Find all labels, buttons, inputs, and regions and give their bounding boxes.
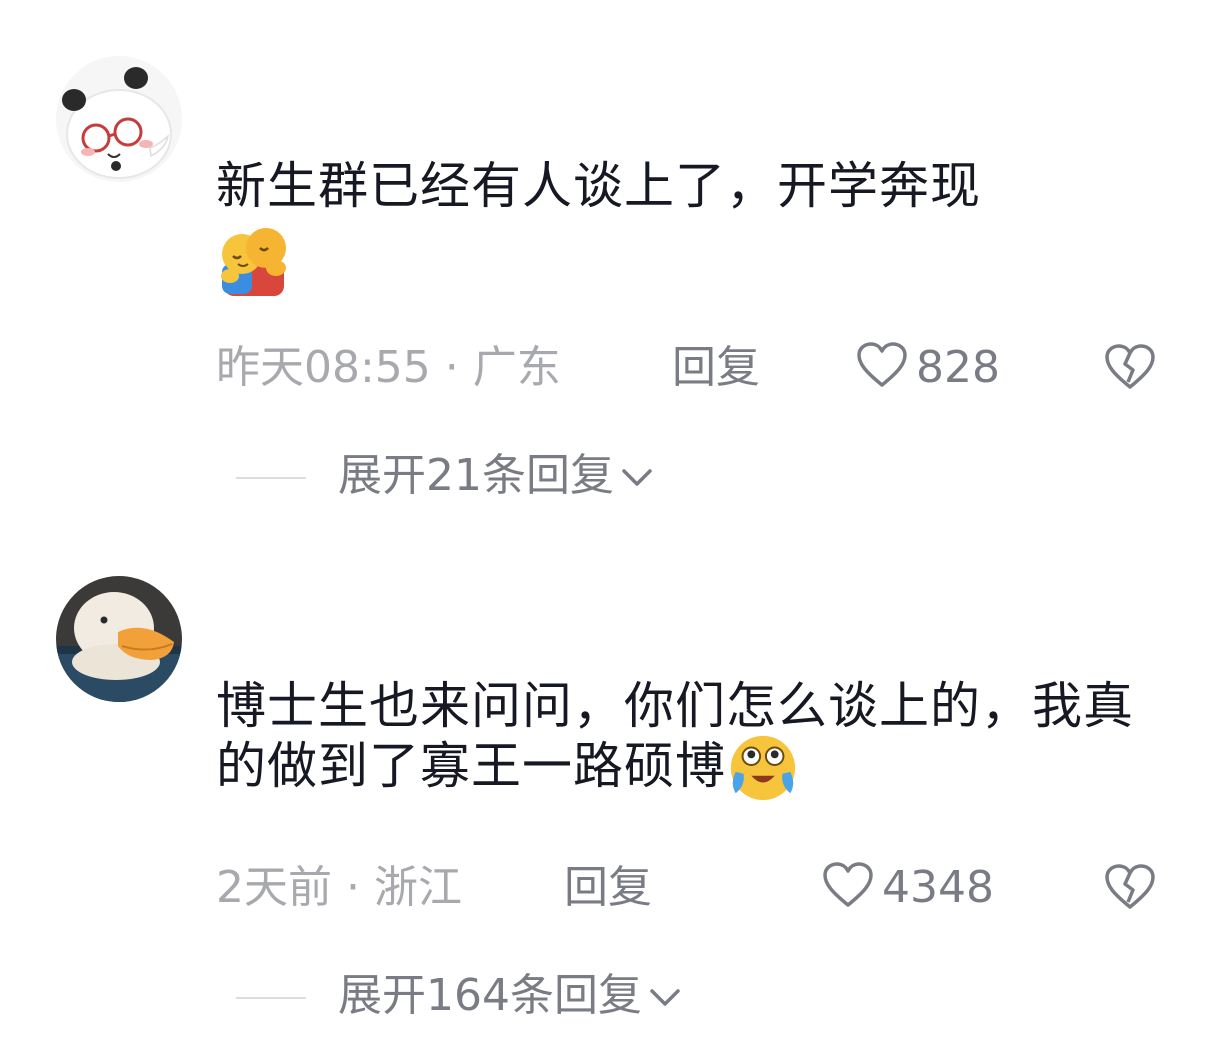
expand-replies-label: 展开164条回复 bbox=[338, 970, 642, 1021]
comment-meta: 昨天08:55 · 广东 回复 828 bbox=[216, 338, 1156, 398]
comment-time-location: 昨天08:55 · 广东 bbox=[216, 342, 561, 393]
like-count: 828 bbox=[916, 342, 1000, 393]
comment-time-location: 2天前 · 浙江 bbox=[216, 862, 462, 913]
like-button[interactable]: 4348 bbox=[822, 858, 994, 918]
user-avatar[interactable] bbox=[56, 576, 182, 702]
comment-text-block: 新生群已经有人谈上了，开学奔现 bbox=[216, 156, 1176, 300]
comment-text: 博士生也来问问，你们怎么谈上的，我真的做到了寡王一路硕博 bbox=[216, 677, 1134, 795]
heart-icon bbox=[823, 862, 873, 907]
dislike-button[interactable] bbox=[1104, 344, 1156, 406]
duck-avatar-icon bbox=[56, 576, 182, 702]
user-avatar[interactable] bbox=[56, 56, 182, 182]
crying-laughing-emoji-icon bbox=[730, 735, 796, 800]
chevron-down-icon bbox=[650, 989, 680, 1006]
divider-line bbox=[236, 477, 306, 479]
heart-icon bbox=[857, 342, 907, 387]
broken-heart-icon bbox=[1105, 344, 1155, 389]
like-count: 4348 bbox=[882, 862, 994, 913]
chevron-down-icon bbox=[622, 469, 652, 486]
comment-text: 新生群已经有人谈上了，开学奔现 bbox=[216, 157, 981, 215]
broken-heart-icon bbox=[1105, 864, 1155, 909]
hug-emoji-icon bbox=[221, 228, 286, 296]
expand-replies-button[interactable]: 展开164条回复 bbox=[236, 966, 682, 1026]
reply-button[interactable]: 回复 bbox=[672, 338, 760, 398]
divider-line bbox=[236, 997, 306, 999]
comment-text-block: 博士生也来问问，你们怎么谈上的，我真的做到了寡王一路硕博 bbox=[216, 676, 1176, 803]
like-button[interactable]: 828 bbox=[856, 338, 1000, 398]
comment-meta: 2天前 · 浙江 回复 4348 bbox=[216, 858, 1156, 918]
expand-replies-button[interactable]: 展开21条回复 bbox=[236, 446, 654, 506]
panda-glasses-avatar-icon bbox=[56, 56, 182, 182]
dislike-button[interactable] bbox=[1104, 864, 1156, 926]
expand-replies-label: 展开21条回复 bbox=[338, 450, 614, 501]
reply-button[interactable]: 回复 bbox=[564, 858, 652, 918]
